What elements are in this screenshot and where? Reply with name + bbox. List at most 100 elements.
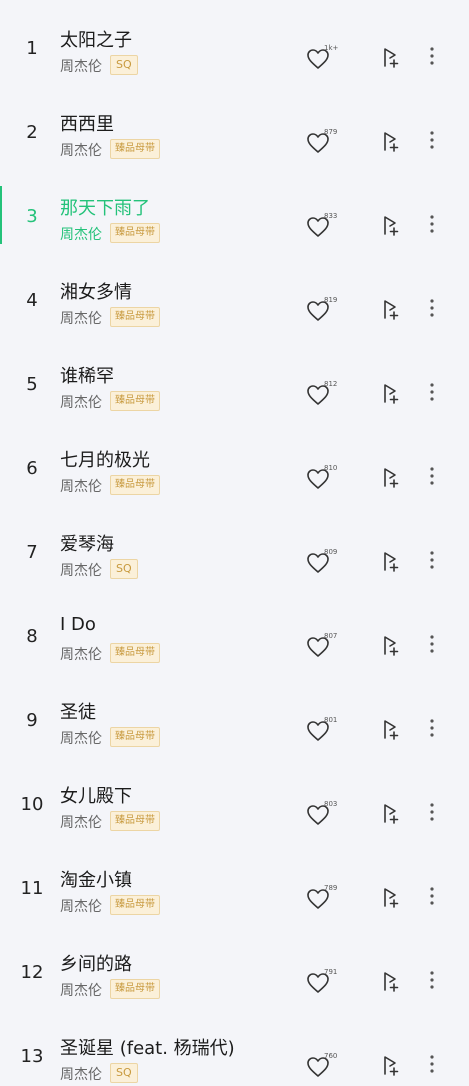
quality-badge: SQ [110,1063,138,1083]
like-button[interactable]: 791 [306,966,346,994]
song-row[interactable]: 10 女儿殿下 周杰伦 臻品母带 803 [0,774,469,858]
song-artist[interactable]: 周杰伦 [60,560,102,580]
song-title[interactable]: 圣徒 [60,698,96,724]
song-title[interactable]: 那天下雨了 [60,194,150,220]
add-to-playlist-icon [384,468,399,488]
quality-badge: 臻品母带 [110,139,160,159]
song-title[interactable]: 圣诞星 (feat. 杨瑞代) [60,1034,235,1060]
song-artist[interactable]: 周杰伦 [60,1064,102,1084]
song-title[interactable]: 谁稀罕 [60,362,114,388]
song-row[interactable]: 12 乡间的路 周杰伦 臻品母带 791 [0,942,469,1026]
add-to-playlist-button[interactable] [378,382,402,406]
add-to-playlist-button[interactable] [378,802,402,826]
song-rank: 9 [26,710,38,731]
song-artist[interactable]: 周杰伦 [60,896,102,916]
more-button[interactable] [424,800,440,824]
like-count: 879 [324,128,338,136]
song-artist[interactable]: 周杰伦 [60,980,102,1000]
add-to-playlist-button[interactable] [378,214,402,238]
quality-badge: 臻品母带 [110,895,160,915]
song-title[interactable]: 爱琴海 [60,530,114,556]
song-artist[interactable]: 周杰伦 [60,140,102,160]
more-vertical-icon [430,1055,434,1073]
more-button[interactable] [424,212,440,236]
song-row[interactable]: 9 圣徒 周杰伦 臻品母带 801 [0,690,469,774]
song-artist[interactable]: 周杰伦 [60,56,102,76]
song-title[interactable]: 女儿殿下 [60,782,132,808]
more-button[interactable] [424,968,440,992]
add-to-playlist-button[interactable] [378,466,402,490]
song-title[interactable]: I Do [60,614,96,635]
more-button[interactable] [424,464,440,488]
song-artist[interactable]: 周杰伦 [60,308,102,328]
like-button[interactable]: 809 [306,546,346,574]
more-button[interactable] [424,296,440,320]
like-button[interactable]: 833 [306,210,346,238]
quality-badge: 臻品母带 [110,223,160,243]
add-to-playlist-button[interactable] [378,886,402,910]
more-button[interactable] [424,548,440,572]
more-vertical-icon [430,887,434,905]
song-title[interactable]: 西西里 [60,110,114,136]
like-button[interactable]: 801 [306,714,346,742]
like-button[interactable]: 879 [306,126,346,154]
song-row[interactable]: 7 爱琴海 周杰伦 SQ 809 [0,522,469,606]
quality-badge: 臻品母带 [110,391,160,411]
like-button[interactable]: 803 [306,798,346,826]
song-artist[interactable]: 周杰伦 [60,224,102,244]
more-button[interactable] [424,44,440,68]
like-button[interactable]: 819 [306,294,346,322]
add-to-playlist-icon [384,48,399,68]
like-count: 833 [324,212,338,220]
more-vertical-icon [430,131,434,149]
add-to-playlist-button[interactable] [378,970,402,994]
song-row[interactable]: 6 七月的极光 周杰伦 臻品母带 810 [0,438,469,522]
like-count: 807 [324,632,338,640]
like-count: 819 [324,296,338,304]
song-artist[interactable]: 周杰伦 [60,728,102,748]
add-to-playlist-icon [384,216,399,236]
song-artist[interactable]: 周杰伦 [60,644,102,664]
song-title[interactable]: 七月的极光 [60,446,150,472]
like-button[interactable]: 760 [306,1050,346,1078]
song-title[interactable]: 乡间的路 [60,950,132,976]
add-to-playlist-button[interactable] [378,46,402,70]
more-button[interactable] [424,632,440,656]
like-count: 791 [324,968,338,976]
song-row[interactable]: 1 太阳之子 周杰伦 SQ 1k+ [0,18,469,102]
like-button[interactable]: 812 [306,378,346,406]
song-title[interactable]: 太阳之子 [60,26,132,52]
like-button[interactable]: 807 [306,630,346,658]
like-count: 760 [324,1052,338,1060]
song-row[interactable]: 13 圣诞星 (feat. 杨瑞代) 周杰伦 SQ 760 [0,1026,469,1086]
like-button[interactable]: 789 [306,882,346,910]
song-row[interactable]: 5 谁稀罕 周杰伦 臻品母带 812 [0,354,469,438]
like-button[interactable]: 1k+ [306,42,346,70]
song-artist[interactable]: 周杰伦 [60,392,102,412]
song-artist[interactable]: 周杰伦 [60,476,102,496]
add-to-playlist-button[interactable] [378,718,402,742]
add-to-playlist-button[interactable] [378,130,402,154]
song-row[interactable]: 8 I Do 周杰伦 臻品母带 807 [0,606,469,690]
add-to-playlist-button[interactable] [378,634,402,658]
more-button[interactable] [424,380,440,404]
more-button[interactable] [424,884,440,908]
song-title[interactable]: 淘金小镇 [60,866,132,892]
song-rank: 7 [26,542,38,563]
song-row[interactable]: 2 西西里 周杰伦 臻品母带 879 [0,102,469,186]
more-button[interactable] [424,128,440,152]
add-to-playlist-button[interactable] [378,298,402,322]
like-count: 810 [324,464,338,472]
like-button[interactable]: 810 [306,462,346,490]
song-artist[interactable]: 周杰伦 [60,812,102,832]
add-to-playlist-button[interactable] [378,1054,402,1078]
song-row[interactable]: 4 湘女多情 周杰伦 臻品母带 819 [0,270,469,354]
more-button[interactable] [424,716,440,740]
more-button[interactable] [424,1052,440,1076]
song-title[interactable]: 湘女多情 [60,278,132,304]
song-row[interactable]: 11 淘金小镇 周杰伦 臻品母带 789 [0,858,469,942]
add-to-playlist-button[interactable] [378,550,402,574]
more-vertical-icon [430,383,434,401]
add-to-playlist-icon [384,804,399,824]
song-row[interactable]: 3 那天下雨了 周杰伦 臻品母带 833 [0,186,469,270]
